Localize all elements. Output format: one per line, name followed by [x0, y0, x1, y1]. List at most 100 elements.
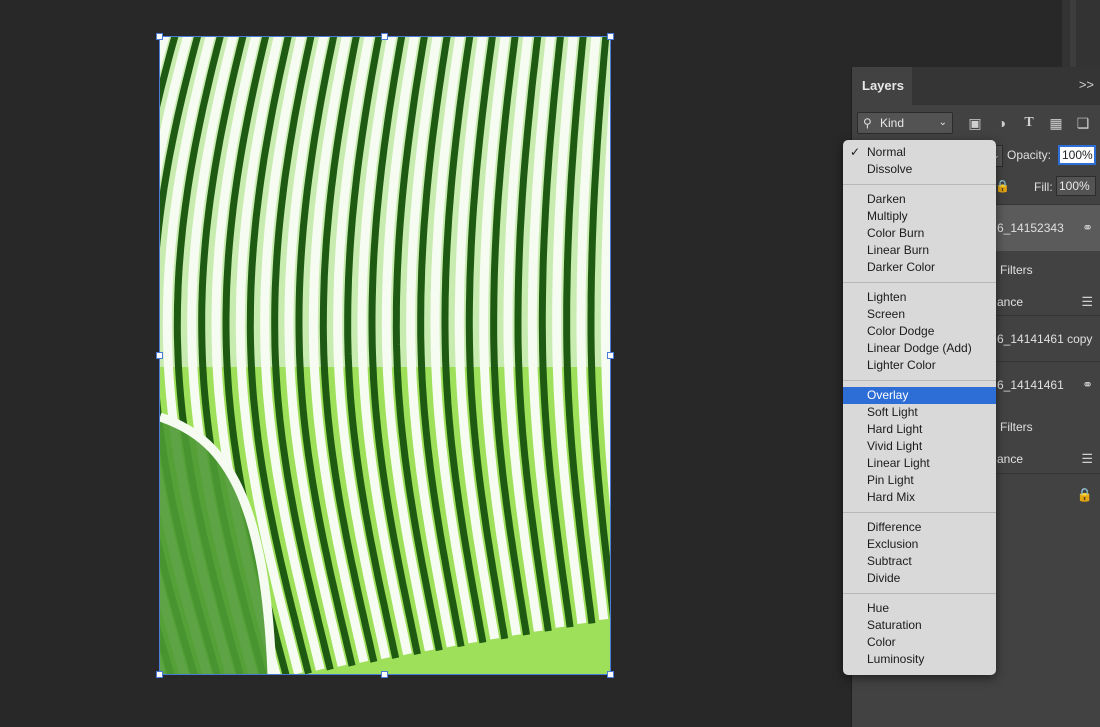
blend-mode-label: Darker Color [867, 260, 936, 274]
blend-mode-label: Lighter Color [867, 358, 936, 372]
blend-mode-item-saturation[interactable]: Saturation [843, 617, 996, 634]
document-image[interactable] [160, 37, 611, 675]
blend-mode-label: Multiply [867, 209, 908, 223]
blend-mode-item-hard-light[interactable]: Hard Light [843, 421, 996, 438]
blend-mode-item-linear-dodge-add[interactable]: Linear Dodge (Add) [843, 340, 996, 357]
blend-mode-item-normal[interactable]: ✓ Normal [843, 144, 996, 161]
blend-mode-label: Color Burn [867, 226, 925, 240]
layer-name: 6_14141461 copy [997, 332, 1093, 346]
blend-mode-label: Darken [867, 192, 906, 206]
blend-mode-item-divide[interactable]: Divide [843, 570, 996, 587]
smart-filters-label: Filters [1000, 420, 1033, 434]
blend-mode-label: Linear Dodge (Add) [867, 341, 972, 355]
blend-mode-item-luminosity[interactable]: Luminosity [843, 651, 996, 668]
blend-mode-item-linear-light[interactable]: Linear Light [843, 455, 996, 472]
tab-layers[interactable]: Layers [852, 67, 912, 105]
blend-mode-item-color[interactable]: Color [843, 634, 996, 651]
blend-mode-label: Linear Burn [867, 243, 930, 257]
blend-mode-item-color-dodge[interactable]: Color Dodge [843, 323, 996, 340]
blend-mode-item-exclusion[interactable]: Exclusion [843, 536, 996, 553]
scrollbar[interactable] [1070, 0, 1076, 67]
blend-mode-item-hue[interactable]: Hue [843, 600, 996, 617]
checkmark-icon: ✓ [850, 145, 861, 159]
layer-name: 6_14141461 [997, 378, 1064, 392]
blend-mode-label: Difference [867, 520, 922, 534]
handle-bottom-left[interactable] [156, 671, 163, 678]
fill-label: Fill: [1034, 180, 1053, 194]
layer-name: 6_14152343 [997, 221, 1064, 235]
blend-mode-label: Vivid Light [867, 439, 923, 453]
blend-mode-item-vivid-light[interactable]: Vivid Light [843, 438, 996, 455]
canvas-area[interactable] [0, 0, 850, 727]
blend-mode-item-pin-light[interactable]: Pin Light [843, 472, 996, 489]
fill-input[interactable]: 100% [1056, 176, 1096, 196]
blend-mode-item-lighter-color[interactable]: Lighter Color [843, 357, 996, 374]
menu-separator [843, 380, 996, 381]
blend-mode-item-color-burn[interactable]: Color Burn [843, 225, 996, 242]
blend-mode-label: Linear Light [867, 456, 930, 470]
filter-name: ance [997, 452, 1024, 466]
filter-name: ance [997, 295, 1024, 309]
lock-icon: 🔒 [1076, 487, 1093, 502]
blend-mode-label: Hard Light [867, 422, 923, 436]
smart-object-icon: ⚭ [1082, 220, 1093, 235]
blend-mode-item-hard-mix[interactable]: Hard Mix [843, 489, 996, 506]
search-icon: ⚲ [863, 116, 872, 130]
handle-middle-right[interactable] [607, 352, 614, 359]
handle-top-center[interactable] [381, 33, 388, 40]
blend-mode-item-screen[interactable]: Screen [843, 306, 996, 323]
handle-top-right[interactable] [607, 33, 614, 40]
blend-mode-item-darken[interactable]: Darken [843, 191, 996, 208]
blend-mode-label: Color Dodge [867, 324, 935, 338]
smart-filters-label: Filters [1000, 263, 1033, 277]
blend-mode-item-darker-color[interactable]: Darker Color [843, 259, 996, 276]
menu-separator [843, 593, 996, 594]
blend-mode-item-dissolve[interactable]: Dissolve [843, 161, 996, 178]
layer-filter-row: ⚲ Kind ⌄ ▣ ◑ T ▦ ❏ [852, 111, 1100, 137]
blend-mode-label: Lighten [867, 290, 907, 304]
smart-object-icon: ⚭ [1082, 377, 1093, 392]
blend-mode-item-difference[interactable]: Difference [843, 519, 996, 536]
blend-mode-item-overlay[interactable]: Overlay [843, 387, 996, 404]
handle-top-left[interactable] [156, 33, 163, 40]
type-filter-icon[interactable]: T [1020, 114, 1038, 132]
opacity-input[interactable]: 100% [1058, 145, 1096, 165]
blend-mode-label: Color [867, 635, 896, 649]
blend-mode-menu: ✓ Normal Dissolve Darken Multiply Color Burn L… [843, 140, 996, 675]
panel-collapse-icon[interactable]: >> [1079, 77, 1094, 92]
blend-mode-item-soft-light[interactable]: Soft Light [843, 404, 996, 421]
blend-mode-label: Normal [867, 145, 906, 159]
menu-separator [843, 512, 996, 513]
lock-all-icon[interactable]: 🔒 [995, 179, 1010, 193]
blend-mode-label: Saturation [867, 618, 922, 632]
smart-object-filter-icon[interactable]: ❏ [1074, 114, 1092, 132]
filter-options-icon[interactable]: ☰ [1081, 451, 1093, 467]
blend-mode-label: Pin Light [867, 473, 914, 487]
toolbar-strip [1062, 0, 1100, 67]
handle-bottom-center[interactable] [381, 671, 388, 678]
menu-separator [843, 184, 996, 185]
blend-mode-label: Luminosity [867, 652, 925, 666]
handle-bottom-right[interactable] [607, 671, 614, 678]
filter-options-icon[interactable]: ☰ [1081, 294, 1093, 310]
shape-filter-icon[interactable]: ▦ [1047, 114, 1065, 132]
blend-mode-label: Soft Light [867, 405, 918, 419]
blend-mode-label: Overlay [867, 388, 909, 402]
filter-kind-select[interactable]: ⚲ Kind ⌄ [857, 112, 953, 134]
adjustment-filter-icon[interactable]: ◑ [993, 114, 1011, 132]
blend-mode-item-subtract[interactable]: Subtract [843, 553, 996, 570]
blend-mode-label: Hue [867, 601, 890, 615]
panel-tab-bar: Layers >> [852, 67, 1100, 105]
blend-mode-label: Dissolve [867, 162, 913, 176]
blend-mode-label: Exclusion [867, 537, 919, 551]
blend-mode-label: Subtract [867, 554, 912, 568]
image-filter-icon[interactable]: ▣ [966, 114, 984, 132]
handle-middle-left[interactable] [156, 352, 163, 359]
blend-mode-label: Divide [867, 571, 901, 585]
blend-mode-item-linear-burn[interactable]: Linear Burn [843, 242, 996, 259]
filter-kind-label: Kind [880, 116, 905, 130]
blend-mode-item-multiply[interactable]: Multiply [843, 208, 996, 225]
opacity-label: Opacity: [1007, 148, 1052, 162]
blend-mode-item-lighten[interactable]: Lighten [843, 289, 996, 306]
wavy-stripes-artwork [160, 37, 611, 675]
